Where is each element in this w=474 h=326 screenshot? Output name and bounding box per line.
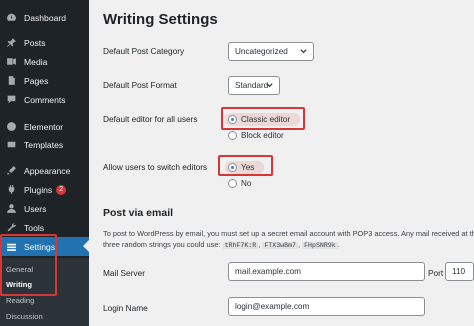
sidebar-item-plugins[interactable]: Plugins 2: [0, 180, 89, 199]
submenu-item-general[interactable]: General: [6, 265, 33, 274]
option-label: Yes: [241, 163, 255, 172]
elementor-icon: [5, 121, 17, 133]
chevron-down-icon: [300, 49, 307, 54]
allow-switch-yes-radio[interactable]: [228, 163, 237, 172]
pages-icon: [5, 75, 17, 87]
sidebar-item-pages[interactable]: Pages: [0, 71, 89, 90]
login-name-input[interactable]: login@example.com: [228, 297, 425, 316]
sidebar-item-label: Media: [24, 56, 48, 67]
plugins-icon: [5, 184, 17, 196]
settings-submenu: General Writing Reading Discussion: [0, 258, 89, 326]
sidebar-item-label: Appearance: [24, 165, 71, 176]
media-icon: [5, 56, 17, 68]
pin-icon: [5, 37, 17, 49]
comments-icon: [5, 94, 17, 106]
allow-switch-yes-option[interactable]: Yes: [225, 161, 265, 174]
default-format-label: Default Post Format: [103, 80, 177, 90]
templates-icon: [5, 139, 17, 151]
sidebar-item-label: Dashboard: [24, 12, 67, 23]
description-text: three random strings you could use:: [103, 240, 221, 249]
sidebar-item-label: Templates: [24, 139, 64, 150]
random-string-code: FHpSNR9k: [302, 242, 338, 249]
default-category-label: Default Post Category: [103, 46, 185, 56]
option-label: Block editor: [241, 131, 284, 140]
classic-editor-option[interactable]: Classic editor: [225, 113, 301, 126]
allow-switch-no-option[interactable]: No: [228, 177, 251, 190]
block-editor-radio[interactable]: [228, 131, 237, 140]
sidebar-item-elementor[interactable]: Elementor: [0, 117, 89, 136]
submenu-item-reading[interactable]: Reading: [6, 296, 34, 305]
sidebar-item-label: Users: [24, 203, 47, 214]
input-value: mail.example.com: [235, 267, 301, 276]
appearance-icon: [5, 165, 17, 177]
description-line: To post to WordPress by email, you must …: [103, 229, 474, 238]
sidebar-item-users[interactable]: Users: [0, 199, 89, 218]
login-name-label: Login Name: [103, 303, 148, 313]
sidebar-item-label: Elementor: [24, 121, 64, 132]
mail-server-input[interactable]: mail.example.com: [228, 262, 425, 281]
sidebar-item-media[interactable]: Media: [0, 52, 89, 71]
update-count-badge: 2: [56, 184, 67, 195]
port-label: Port: [428, 268, 444, 278]
main-content: Writing Settings Default Post Category U…: [89, 0, 474, 326]
page-title: Writing Settings: [103, 11, 218, 28]
sidebar-item-settings[interactable]: Settings: [0, 237, 89, 256]
default-format-select[interactable]: Standard: [228, 76, 280, 95]
default-category-select[interactable]: Uncategorized: [228, 42, 314, 61]
description-line: three random strings you could use: tRhF…: [103, 240, 340, 249]
random-string-code: tRhF7K:R: [222, 242, 259, 249]
option-label: Classic editor: [241, 115, 291, 124]
mail-server-label: Mail Server: [103, 268, 145, 278]
input-value: login@example.com: [235, 302, 310, 311]
sidebar-item-tools[interactable]: Tools: [0, 218, 89, 237]
random-string-code: FTX3wBm7: [262, 242, 298, 249]
sidebar-item-label: Posts: [24, 37, 46, 48]
port-input[interactable]: 110: [445, 262, 474, 281]
option-label: No: [241, 179, 252, 188]
sidebar-item-label: Tools: [24, 222, 45, 233]
post-via-email-heading: Post via email: [103, 207, 174, 219]
settings-icon: [5, 241, 17, 253]
sidebar-item-posts[interactable]: Posts: [0, 33, 89, 52]
sidebar-item-label: Settings: [24, 241, 56, 252]
sidebar-item-comments[interactable]: Comments: [0, 90, 89, 109]
sidebar-item-label: Pages: [24, 75, 49, 86]
select-value: Standard: [235, 81, 269, 90]
admin-sidebar: Dashboard Posts Media Pages Comments Ele…: [0, 0, 89, 326]
submenu-item-writing[interactable]: Writing: [6, 280, 32, 289]
sidebar-item-label: Comments: [24, 94, 66, 105]
submenu-item-discussion[interactable]: Discussion: [6, 312, 43, 321]
chevron-down-icon: [266, 83, 273, 88]
sidebar-item-templates[interactable]: Templates: [0, 135, 89, 154]
sidebar-item-dashboard[interactable]: Dashboard: [0, 8, 89, 27]
select-value: Uncategorized: [235, 47, 288, 56]
allow-switch-label: Allow users to switch editors: [103, 162, 208, 172]
dashboard-icon: [5, 12, 17, 24]
classic-editor-radio[interactable]: [228, 115, 237, 124]
input-value: 110: [452, 267, 466, 276]
sidebar-item-appearance[interactable]: Appearance: [0, 161, 89, 180]
allow-switch-no-radio[interactable]: [228, 179, 237, 188]
users-icon: [5, 203, 17, 215]
post-via-email-description: To post to WordPress by email, you must …: [103, 228, 474, 251]
default-editor-label: Default editor for all users: [103, 114, 198, 124]
tools-icon: [5, 222, 17, 234]
description-text: .: [337, 240, 340, 249]
sidebar-item-label: Plugins: [24, 184, 53, 195]
block-editor-option[interactable]: Block editor: [228, 129, 284, 142]
